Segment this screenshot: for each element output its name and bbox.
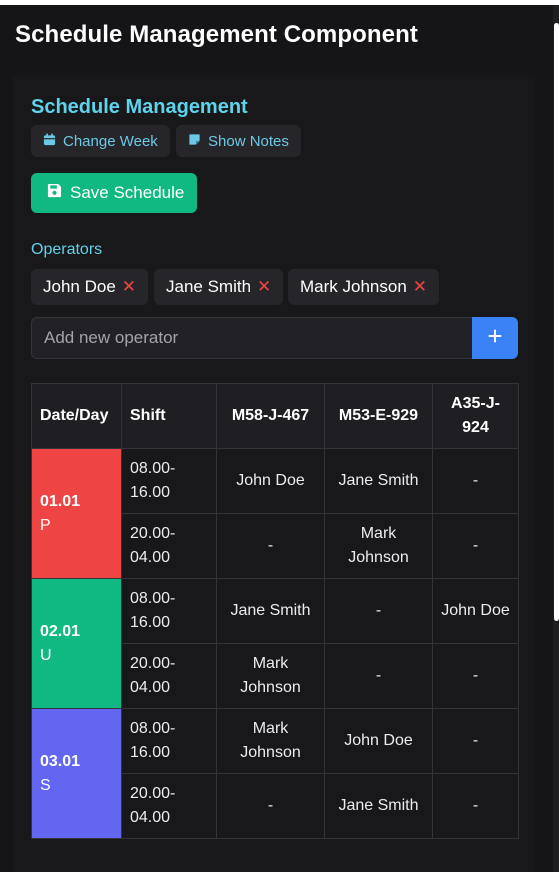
remove-operator-icon[interactable]: ✕ [413,277,427,297]
table-row: 02.01 U 08.00-16.00 Jane Smith - John Do… [31,578,519,709]
assignment-cell[interactable]: - [324,643,433,709]
scrollbar-thumb[interactable] [554,23,559,621]
assignment-cell[interactable]: - [432,643,519,709]
remove-operator-icon[interactable]: ✕ [257,277,271,297]
operator-name: Mark Johnson [300,277,407,296]
operator-chip: Jane Smith ✕ [154,269,284,305]
floppy-disk-icon [47,183,62,203]
add-operator-button[interactable] [472,317,518,359]
add-operator-input[interactable] [31,317,472,359]
shift-cell: 08.00-16.00 [121,448,217,514]
save-schedule-button[interactable]: Save Schedule [31,173,197,213]
sticky-note-icon [188,133,201,150]
show-notes-button[interactable]: Show Notes [176,125,301,157]
change-week-label: Change Week [63,132,158,150]
assignment-cell[interactable]: - [216,773,325,839]
day-letter: P [40,516,51,534]
assignment-cell[interactable]: Jane Smith [324,448,433,514]
shift-cell: 08.00-16.00 [121,578,217,644]
page-title: Schedule Management Component [15,21,418,48]
assignment-cell[interactable]: Mark Johnson [216,708,325,774]
assignment-cell[interactable]: Jane Smith [216,578,325,644]
table-row: 01.01 P 08.00-16.00 John Doe Jane Smith … [31,448,519,579]
column-header-machine: M53-E-929 [324,383,433,449]
assignment-cell[interactable]: - [216,513,325,579]
column-header-shift: Shift [121,383,217,449]
assignment-cell[interactable]: - [432,773,519,839]
assignment-cell[interactable]: - [432,448,519,514]
table-row: 03.01 S 08.00-16.00 Mark Johnson John Do… [31,708,519,839]
day-date: 02.01 [40,622,81,640]
table-header-row: Date/Day Shift M58-J-467 M53-E-929 A35-J… [31,383,519,449]
save-schedule-label: Save Schedule [70,183,185,202]
schedule-table: Date/Day Shift M58-J-467 M53-E-929 A35-J… [31,383,519,839]
shift-cell: 20.00-04.00 [121,773,217,839]
column-header-date: Date/Day [31,383,122,449]
column-header-machine: M58-J-467 [216,383,325,449]
scrollbar[interactable] [553,5,559,872]
operator-name: John Doe [43,277,116,296]
day-letter: U [40,646,52,664]
column-header-machine: A35-J-924 [432,383,519,449]
calendar-icon [43,132,56,150]
remove-operator-icon[interactable]: ✕ [122,277,136,297]
operator-chip: Mark Johnson ✕ [288,269,440,305]
assignment-cell[interactable]: John Doe [216,448,325,514]
day-cell: 03.01 S [31,708,122,839]
assignment-cell[interactable]: - [432,513,519,579]
operator-name: Jane Smith [166,277,252,296]
assignment-cell[interactable]: - [432,708,519,774]
change-week-button[interactable]: Change Week [31,125,170,157]
assignment-cell[interactable]: Mark Johnson [216,643,325,709]
day-date: 03.01 [40,752,81,770]
assignment-cell[interactable]: John Doe [432,578,519,644]
shift-cell: 20.00-04.00 [121,513,217,579]
plus-icon [488,329,502,348]
section-title: Schedule Management [31,96,248,118]
operators-label: Operators [31,241,103,258]
assignment-cell[interactable]: Jane Smith [324,773,433,839]
day-letter: S [40,776,51,794]
assignment-cell[interactable]: - [324,578,433,644]
shift-cell: 08.00-16.00 [121,708,217,774]
assignment-cell[interactable]: John Doe [324,708,433,774]
operator-chip: John Doe ✕ [31,269,149,305]
day-date: 01.01 [40,492,81,510]
shift-cell: 20.00-04.00 [121,643,217,709]
day-cell: 02.01 U [31,578,122,709]
assignment-cell[interactable]: Mark Johnson [324,513,433,579]
show-notes-label: Show Notes [208,132,289,150]
day-cell: 01.01 P [31,448,122,579]
